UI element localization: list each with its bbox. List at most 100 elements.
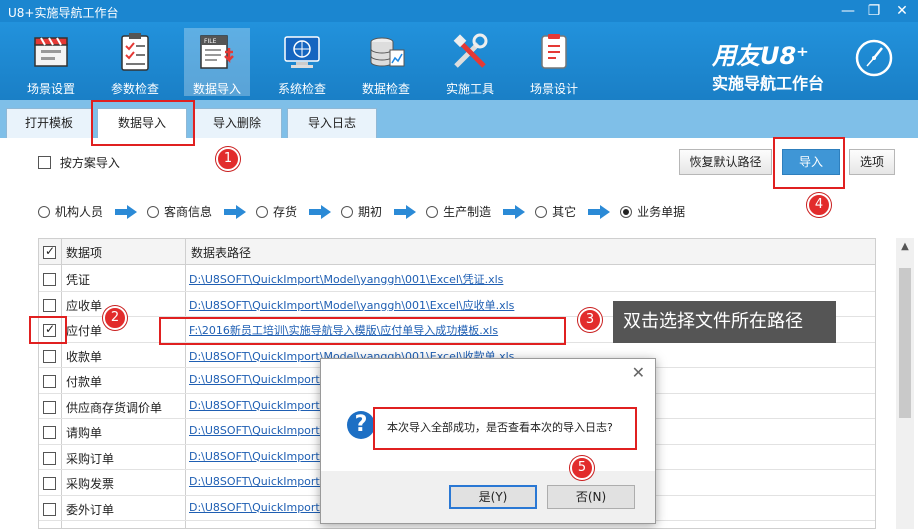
header-item: 数据项 (66, 246, 103, 260)
step-radio[interactable] (620, 205, 633, 218)
step-radio[interactable] (341, 205, 354, 218)
row-checkbox-cell[interactable] (43, 400, 56, 414)
ribbon-label: 数据检查 (361, 82, 410, 96)
brand-line-1: 用友U8⁺ (712, 42, 809, 70)
ribbon-data-check[interactable]: 数据检查 (353, 28, 419, 96)
scroll-up-icon[interactable]: ▲ (896, 238, 914, 256)
vertical-scrollbar[interactable]: ▲ (896, 238, 914, 529)
row-checkbox-cell[interactable] (43, 425, 56, 439)
row-checkbox[interactable] (43, 502, 56, 516)
step-org-personnel[interactable]: 机构人员 (38, 203, 103, 220)
row-checkbox[interactable] (43, 375, 56, 388)
step-label: 期初 (358, 205, 383, 219)
arrow-right-icon (224, 204, 247, 219)
import-category-steps: 机构人员 客商信息 存货 期初 生产制造 其它 业务单据 (38, 203, 685, 223)
ribbon-label: 系统检查 (277, 82, 326, 96)
plan-import-option[interactable]: 按方案导入 (38, 154, 120, 171)
dialog-no-button[interactable]: 否(N) (547, 485, 635, 509)
ribbon-parameter-check[interactable]: 参数检查 (102, 28, 168, 96)
row-item-name: 应付单 (66, 324, 103, 338)
row-file-path[interactable]: D:\U8SOFT\QuickImport\M (189, 424, 333, 437)
tab-open-template[interactable]: 打开模板 (6, 108, 92, 138)
ribbon-scene-settings[interactable]: 场景设置 (18, 28, 84, 96)
row-file-path[interactable]: D:\U8SOFT\QuickImport\M (189, 399, 333, 412)
row-checkbox-cell[interactable] (43, 374, 56, 388)
step-customer-vendor[interactable]: 客商信息 (147, 203, 212, 220)
step-business-documents[interactable]: 业务单据 (620, 203, 685, 220)
row-item-name: 付款单 (66, 375, 103, 389)
ribbon-system-check[interactable]: 系统检查 (269, 28, 335, 96)
restore-button[interactable]: ❐ (862, 1, 886, 21)
row-file-path[interactable]: D:\U8SOFT\QuickImport\M (189, 501, 333, 514)
arrow-right-icon (394, 204, 417, 219)
select-all-cell[interactable] (43, 244, 56, 259)
step-inventory[interactable]: 存货 (256, 203, 297, 220)
step-label: 机构人员 (55, 205, 104, 219)
row-file-path[interactable]: D:\U8SOFT\QuickImport\Model\yanggh\001\E… (189, 271, 503, 287)
close-button[interactable]: ✕ (890, 1, 914, 21)
table-row[interactable]: 凭证 D:\U8SOFT\QuickImport\Model\yanggh\00… (39, 266, 875, 292)
ribbon-label: 参数检查 (110, 82, 159, 96)
title-bar: U8+实施导航工作台 — ❐ ✕ (0, 0, 918, 22)
arrow-right-icon (309, 204, 332, 219)
step-other[interactable]: 其它 (535, 203, 576, 220)
annotation-box-message (373, 407, 637, 450)
row-checkbox[interactable] (43, 426, 56, 439)
row-checkbox[interactable] (43, 298, 56, 312)
monitor-check-icon (284, 36, 320, 68)
options-button[interactable]: 选项 (849, 149, 895, 175)
file-import-icon: FILE (200, 35, 234, 69)
plan-import-label: 按方案导入 (59, 156, 120, 170)
header-path: 数据表路径 (191, 246, 252, 260)
row-item-name: 凭证 (66, 273, 91, 287)
minimize-button[interactable]: — (836, 1, 860, 21)
row-checkbox-cell[interactable] (43, 476, 56, 490)
row-file-path[interactable]: D:\U8SOFT\QuickImport\M (189, 450, 333, 463)
annotation-box-tab (91, 100, 195, 146)
plan-import-checkbox[interactable] (38, 156, 51, 169)
step-opening[interactable]: 期初 (341, 203, 382, 220)
row-checkbox[interactable] (43, 349, 56, 363)
database-chart-icon (370, 37, 405, 67)
ribbon-label: 场景设计 (529, 82, 578, 96)
row-item-name: 请购单 (66, 426, 103, 440)
row-checkbox-cell[interactable] (43, 349, 56, 363)
tab-import-delete[interactable]: 导入删除 (192, 108, 282, 138)
restore-default-path-button[interactable]: 恢复默认路径 (679, 149, 772, 175)
row-checkbox-cell[interactable] (43, 451, 56, 465)
tab-import-log[interactable]: 导入日志 (287, 108, 377, 138)
annotation-badge: 4 (807, 193, 831, 217)
row-checkbox-cell[interactable] (43, 298, 56, 312)
row-file-path[interactable]: D:\U8SOFT\QuickImport\Model\yanggh\001\E… (189, 297, 514, 313)
row-item-name: 收款单 (66, 349, 103, 364)
ribbon-implementation-tools[interactable]: 实施工具 (437, 28, 503, 96)
dialog-yes-button[interactable]: 是(Y) (449, 485, 537, 509)
annotation-badge: 5 (570, 456, 594, 480)
step-radio[interactable] (147, 205, 160, 218)
ribbon-data-import[interactable]: FILE 数据导入 (184, 28, 250, 96)
select-all-checkbox[interactable] (43, 244, 56, 259)
row-checkbox-cell[interactable] (43, 502, 56, 516)
step-radio[interactable] (256, 205, 269, 218)
annotation-box-checkbox (29, 316, 67, 344)
row-file-path[interactable]: D:\U8SOFT\QuickImport\M (189, 475, 333, 488)
row-checkbox-cell[interactable] (43, 272, 56, 286)
step-radio[interactable] (535, 205, 548, 218)
dialog-footer: 是(Y) 否(N) (321, 471, 655, 523)
dialog-close-icon[interactable]: ✕ (632, 363, 645, 382)
ribbon-label: 场景设置 (26, 82, 75, 96)
row-checkbox[interactable] (43, 273, 56, 286)
row-file-path[interactable]: D:\U8SOFT\QuickImport\M (189, 373, 333, 386)
svg-text:FILE: FILE (204, 38, 217, 45)
arrow-right-icon (503, 204, 526, 219)
design-icon (541, 34, 567, 69)
step-manufacturing[interactable]: 生产制造 (426, 203, 491, 220)
brand-line-2: 实施导航工作台 (712, 74, 825, 93)
ribbon-scene-design[interactable]: 场景设计 (521, 28, 587, 96)
row-checkbox[interactable] (43, 451, 56, 465)
step-radio[interactable] (426, 205, 439, 218)
scroll-thumb[interactable] (899, 268, 911, 418)
step-radio[interactable] (38, 205, 50, 218)
row-checkbox[interactable] (43, 400, 56, 414)
row-checkbox[interactable] (43, 477, 56, 490)
